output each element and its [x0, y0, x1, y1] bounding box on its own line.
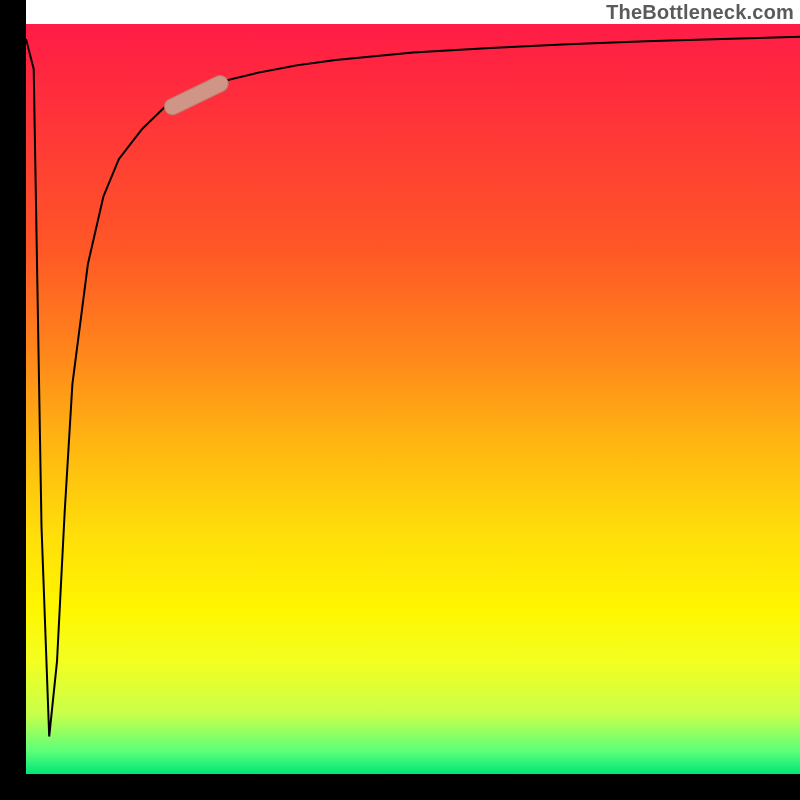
chart-root: TheBottleneck.com: [0, 0, 800, 800]
y-axis: [0, 0, 26, 800]
curve-layer: [26, 24, 800, 774]
bottleneck-curve: [26, 37, 800, 737]
attribution-label: TheBottleneck.com: [606, 2, 794, 25]
x-axis: [0, 774, 800, 800]
plot-area: [26, 24, 800, 774]
highlight-marker: [162, 73, 231, 117]
